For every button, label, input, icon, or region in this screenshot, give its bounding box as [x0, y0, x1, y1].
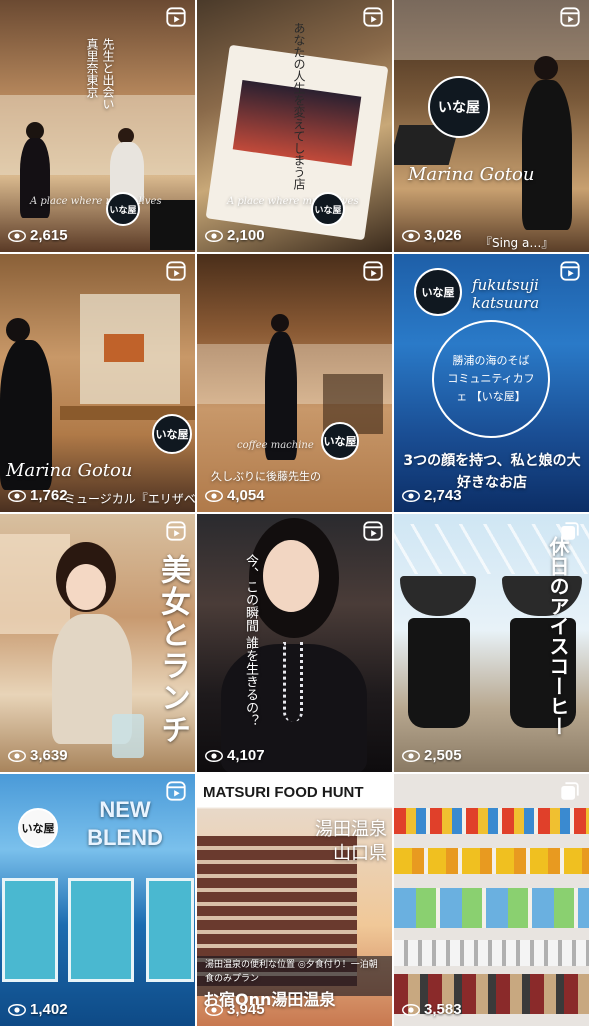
- overlay-text: 今、この瞬間 誰を生きるの？: [243, 554, 258, 728]
- eye-icon: [402, 229, 420, 242]
- info-circle: 勝浦の海のそば コミュニティカフェ 【いな屋】: [432, 320, 550, 438]
- view-count: 4,054: [205, 487, 265, 504]
- view-count: 1,402: [8, 1001, 68, 1018]
- post-tile[interactable]: 先生と出会い 真里奈東京 A place where music lives い…: [0, 0, 195, 252]
- overlay-text: 休日のアイスコーヒー: [546, 536, 570, 736]
- overlay-text: 美女とランチ: [155, 554, 190, 746]
- reel-icon: [362, 260, 384, 282]
- overlay-text: 先生と出会い: [101, 38, 115, 110]
- script-text: coffee machine: [237, 440, 314, 451]
- logo-badge: いな屋: [321, 422, 359, 460]
- bottom-text: 『Sing a…』: [480, 236, 554, 250]
- view-count: 2,505: [402, 747, 462, 764]
- bottom-text: 久しぶりに後藤先生の: [211, 470, 321, 483]
- script-text: Marina Gotou: [408, 164, 535, 185]
- logo-badge: いな屋: [311, 192, 345, 226]
- title-text: fukutsuji katsuura: [472, 276, 540, 312]
- eye-icon: [402, 1003, 420, 1016]
- carousel-icon: [559, 520, 581, 542]
- carousel-icon: [559, 780, 581, 802]
- eye-icon: [205, 749, 223, 762]
- reel-icon: [165, 780, 187, 802]
- post-tile[interactable]: いな屋 Marina Gotou ミュージカル『エリザベート』 1,762: [0, 254, 195, 512]
- bottom-text: ミュージカル『エリザベート』: [64, 492, 195, 506]
- reel-icon: [165, 260, 187, 282]
- post-tile[interactable]: 3,583: [394, 774, 589, 1026]
- post-tile[interactable]: いな屋 NEW BLEND 1,402: [0, 774, 195, 1026]
- post-tile[interactable]: いな屋 coffee machine 久しぶりに後藤先生の 4,054: [197, 254, 392, 512]
- view-count: 1,762: [8, 487, 68, 504]
- post-tile[interactable]: MATSURI FOOD HUNT 湯田温泉 山口県 湯田温泉の便利な位置 ◎夕…: [197, 774, 392, 1026]
- logo-badge: いな屋: [428, 76, 490, 138]
- reel-icon: [559, 6, 581, 28]
- script-text: Marina Gotou: [6, 460, 133, 481]
- reel-icon: [165, 520, 187, 542]
- eye-icon: [402, 749, 420, 762]
- overlay-text: 真里奈東京: [85, 38, 99, 98]
- logo-badge: いな屋: [152, 414, 192, 454]
- logo-badge: いな屋: [18, 808, 58, 848]
- reel-icon: [362, 6, 384, 28]
- view-count: 4,107: [205, 747, 265, 764]
- view-count: 3,026: [402, 227, 462, 244]
- eye-icon: [8, 749, 26, 762]
- reel-icon: [559, 260, 581, 282]
- eye-icon: [8, 229, 26, 242]
- reel-icon: [362, 520, 384, 542]
- view-count: 3,583: [402, 1001, 462, 1018]
- overlay-text: 湯田温泉 山口県: [315, 819, 387, 864]
- title-text: NEW BLEND: [87, 797, 163, 850]
- eye-icon: [8, 1003, 26, 1016]
- eye-icon: [8, 489, 26, 502]
- view-count: 3,945: [205, 1001, 265, 1018]
- post-tile[interactable]: あなたの人生を変えてしまう店 A place where music lives…: [197, 0, 392, 252]
- view-count: 2,743: [402, 487, 462, 504]
- reel-icon: [165, 6, 187, 28]
- circle-text: 勝浦の海のそば コミュニティカフェ 【いな屋】: [447, 354, 535, 403]
- caption-text: 湯田温泉の便利な位置 ◎夕食付り！一泊朝食のみプラン: [205, 960, 378, 984]
- posts-grid: 先生と出会い 真里奈東京 A place where music lives い…: [0, 0, 589, 1026]
- view-count: 2,615: [8, 227, 68, 244]
- post-tile[interactable]: いな屋 Marina Gotou 『Sing a…』 3,026: [394, 0, 589, 252]
- eye-icon: [402, 489, 420, 502]
- view-count: 3,639: [8, 747, 68, 764]
- script-text: A place where music lives: [30, 196, 162, 207]
- eye-icon: [205, 229, 223, 242]
- view-count: 2,100: [205, 227, 265, 244]
- post-tile[interactable]: 今、この瞬間 誰を生きるの？ 4,107: [197, 514, 392, 772]
- title-text: MATSURI FOOD HUNT: [203, 784, 364, 801]
- post-tile[interactable]: 美女とランチ 3,639: [0, 514, 195, 772]
- logo-badge: いな屋: [106, 192, 140, 226]
- logo-badge: いな屋: [414, 268, 462, 316]
- post-tile[interactable]: 休日のアイスコーヒー 2,505: [394, 514, 589, 772]
- overlay-text: あなたの人生を変えてしまう店: [292, 22, 306, 190]
- post-tile[interactable]: いな屋 fukutsuji katsuura 勝浦の海のそば コミュニティカフェ…: [394, 254, 589, 512]
- eye-icon: [205, 1003, 223, 1016]
- eye-icon: [205, 489, 223, 502]
- carousel-icon: [362, 780, 384, 802]
